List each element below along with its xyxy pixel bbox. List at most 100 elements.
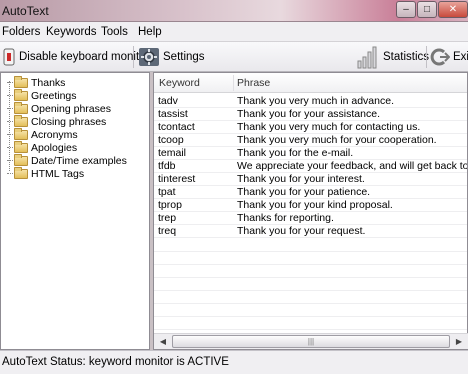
phrase-cell: Thank you very much in advance. [237, 95, 394, 107]
statistics-button[interactable]: Statistics [356, 45, 429, 69]
table-row[interactable]: trep Thanks for reporting. [154, 212, 467, 225]
table-row[interactable]: tinterest Thank you for your interest. [154, 173, 467, 186]
keyword-cell: tcoop [158, 134, 184, 146]
table-row[interactable]: temail Thank you for the e-mail. [154, 147, 467, 160]
empty-row-line [154, 264, 467, 265]
phrase-cell: Thank you for the e-mail. [237, 147, 354, 159]
exit-button[interactable]: Exi [430, 45, 468, 69]
toolbar: Disable keyboard monitor Settings Statis… [0, 42, 468, 72]
tree-item-label: Opening phrases [31, 102, 111, 115]
tree-item-acronyms[interactable]: Acronyms [7, 127, 78, 141]
tree-item-date-time-examples[interactable]: Date/Time examples [7, 153, 127, 167]
tree-item-label: HTML Tags [31, 167, 85, 180]
keyword-cell: tcontact [158, 121, 195, 133]
empty-row-line [154, 290, 467, 291]
tree-item-opening-phrases[interactable]: Opening phrases [7, 101, 111, 115]
menu-keywords[interactable]: Keywords [46, 26, 97, 38]
tree-item-label: Apologies [31, 141, 78, 154]
column-header-keyword[interactable]: Keyword [159, 77, 200, 89]
exit-label: Exi [453, 51, 468, 63]
list-header: Keyword Phrase [154, 73, 467, 93]
keyword-cell: tfdb [158, 160, 176, 172]
horizontal-scrollbar[interactable]: ◀ ||| ▶ [154, 333, 468, 349]
phrase-cell: Thank you for your kind proposal. [237, 199, 393, 211]
menu-bar: Folders Keywords Tools Help [0, 22, 468, 42]
menu-tools[interactable]: Tools [101, 26, 128, 38]
phrase-cell: Thank you for your patience. [237, 186, 371, 198]
scrollbar-thumb[interactable]: ||| [172, 335, 450, 348]
phrase-cell: Thank you for your assistance. [237, 108, 380, 120]
tree-item-thanks[interactable]: Thanks [7, 75, 66, 89]
status-bar: AutoText Status: keyword monitor is ACTI… [0, 350, 468, 374]
statistics-label: Statistics [383, 51, 430, 63]
toolbar-separator [133, 46, 134, 68]
column-divider[interactable] [233, 75, 234, 91]
keyword-cell: tprop [158, 199, 182, 211]
phrase-cell: Thank you very much for contacting us. [237, 121, 421, 133]
keyword-cell: tpat [158, 186, 176, 198]
gear-icon [139, 48, 159, 66]
folder-icon [14, 75, 28, 88]
empty-row-line [154, 329, 467, 330]
menu-folders[interactable]: Folders [2, 26, 40, 38]
tree-item-html-tags[interactable]: HTML Tags [7, 166, 85, 180]
phrase-cell: Thank you for your request. [237, 225, 366, 237]
table-row[interactable]: tpat Thank you for your patience. [154, 186, 467, 199]
scroll-left-icon[interactable]: ◀ [155, 335, 171, 349]
table-row[interactable]: tcoop Thank you very much for your cooper… [154, 134, 467, 147]
exit-icon [430, 48, 450, 66]
minimize-button[interactable]: – [396, 1, 416, 18]
keyword-cell: tinterest [158, 173, 196, 185]
folder-icon [14, 114, 28, 127]
phrase-cell: We appreciate your feedback, and will ge… [237, 160, 468, 172]
keyboard-monitor-icon [3, 48, 15, 66]
folder-icon [14, 153, 28, 166]
keyword-cell: temail [158, 147, 187, 159]
column-header-phrase[interactable]: Phrase [237, 77, 270, 89]
folder-tree[interactable]: Thanks Greetings Opening phrases Closing… [0, 72, 150, 350]
keyword-cell: tassist [158, 108, 188, 120]
tree-item-greetings[interactable]: Greetings [7, 88, 77, 102]
tree-item-label: Greetings [31, 89, 77, 102]
phrase-cell: Thanks for reporting. [237, 212, 334, 224]
close-button[interactable]: ✕ [438, 1, 468, 18]
settings-button[interactable]: Settings [138, 45, 205, 69]
folder-icon [14, 127, 28, 140]
disable-monitor-button[interactable]: Disable keyboard monitor [2, 45, 149, 69]
empty-row-line [154, 251, 467, 252]
phrase-cell: Thank you for your interest. [237, 173, 365, 185]
table-row[interactable]: tprop Thank you for your kind proposal. [154, 199, 467, 212]
status-text: AutoText Status: keyword monitor is ACTI… [2, 356, 229, 368]
folder-icon [14, 101, 28, 114]
table-row[interactable]: tadv Thank you very much in advance. [154, 95, 467, 108]
keyword-cell: treq [158, 225, 177, 237]
keyword-cell: trep [158, 212, 177, 224]
empty-row-line [154, 303, 467, 304]
title-bar: AutoText – □ ✕ [0, 0, 468, 22]
folder-icon [14, 88, 28, 101]
phrase-cell: Thank you very much for your cooperation… [237, 134, 437, 146]
folder-icon [14, 166, 28, 179]
scroll-right-icon[interactable]: ▶ [451, 335, 467, 349]
keyword-cell: tadv [158, 95, 178, 107]
maximize-button[interactable]: □ [417, 1, 437, 18]
empty-row-line [154, 277, 467, 278]
folder-icon [14, 140, 28, 153]
settings-label: Settings [163, 51, 205, 63]
keyword-list[interactable]: Keyword Phrase tadv Thank you very much i… [153, 72, 468, 350]
tree-item-label: Date/Time examples [31, 154, 127, 167]
tree-item-apologies[interactable]: Apologies [7, 140, 78, 154]
empty-row-line [154, 316, 467, 317]
disable-monitor-label: Disable keyboard monitor [19, 51, 150, 63]
tree-item-closing-phrases[interactable]: Closing phrases [7, 114, 107, 128]
table-row[interactable]: tfdb We appreciate your feedback, and wil… [154, 160, 468, 173]
window-title: AutoText [2, 4, 49, 18]
tree-item-label: Thanks [31, 76, 66, 89]
table-row[interactable]: tassist Thank you for your assistance. [154, 108, 467, 121]
menu-help[interactable]: Help [138, 26, 162, 38]
tree-item-label: Closing phrases [31, 115, 107, 128]
bar-chart-icon [357, 46, 377, 69]
tree-item-label: Acronyms [31, 128, 78, 141]
table-row[interactable]: treq Thank you for your request. [154, 225, 467, 238]
table-row[interactable]: tcontact Thank you very much for contacti… [154, 121, 467, 134]
